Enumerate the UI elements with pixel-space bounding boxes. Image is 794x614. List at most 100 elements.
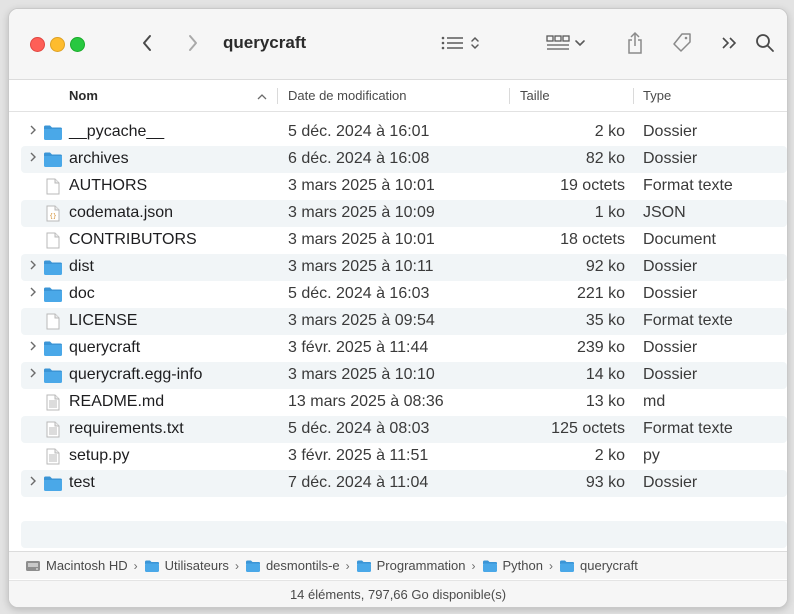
file-date: 13 mars 2025 à 08:36 xyxy=(288,393,444,410)
search-button[interactable] xyxy=(753,27,777,59)
toolbar: querycraft xyxy=(9,9,787,80)
breadcrumb-label: Python xyxy=(502,558,543,573)
svg-text:{}: {} xyxy=(49,213,56,220)
back-button[interactable] xyxy=(137,27,157,59)
folder-icon xyxy=(44,341,62,356)
breadcrumb-item[interactable]: desmontils-e xyxy=(245,558,340,573)
breadcrumb-item[interactable]: Python xyxy=(482,558,543,573)
file-row[interactable]: doc 5 déc. 2024 à 16:03 221 ko Dossier xyxy=(9,281,787,308)
file-name: querycraft xyxy=(69,339,141,356)
file-size: 93 ko xyxy=(585,474,625,491)
file-name: test xyxy=(69,474,95,491)
forward-button[interactable] xyxy=(183,27,203,59)
folder-icon xyxy=(44,260,62,275)
file-size: 13 ko xyxy=(585,393,625,410)
column-separator[interactable] xyxy=(633,88,634,104)
file-row[interactable]: AUTHORS 3 mars 2025 à 10:01 19 octets Forma… xyxy=(9,173,787,200)
column-date-header[interactable]: Date de modification xyxy=(288,88,407,103)
file-size: 1 ko xyxy=(594,204,625,221)
file-date: 6 déc. 2024 à 16:08 xyxy=(288,150,430,167)
file-size: 18 octets xyxy=(560,231,625,248)
file-name: querycraft.egg-info xyxy=(69,366,203,383)
folder-icon xyxy=(44,152,62,167)
file-date: 3 mars 2025 à 10:09 xyxy=(288,204,435,221)
column-separator[interactable] xyxy=(509,88,510,104)
file-kind: md xyxy=(643,393,666,410)
group-button[interactable] xyxy=(545,27,593,59)
file-list: __pycache__ 5 déc. 2024 à 16:01 2 ko Dossie… xyxy=(9,119,787,497)
file-kind: Dossier xyxy=(643,474,698,491)
file-kind: Document xyxy=(643,231,716,248)
file-row[interactable]: requirements.txt 5 déc. 2024 à 08:03 125 o… xyxy=(9,416,787,443)
folder-icon xyxy=(44,287,62,302)
folder-icon xyxy=(144,560,159,572)
folder-icon xyxy=(245,560,260,572)
file-row[interactable]: querycraft.egg-info 3 mars 2025 à 10:10 14… xyxy=(9,362,787,389)
file-date: 7 déc. 2024 à 11:04 xyxy=(288,474,429,491)
back-icon xyxy=(143,35,151,51)
file-size: 82 ko xyxy=(585,150,625,167)
more-button[interactable] xyxy=(719,27,741,59)
breadcrumb-item[interactable]: Utilisateurs xyxy=(144,558,229,573)
file-size: 2 ko xyxy=(594,447,625,464)
file-name: __pycache__ xyxy=(69,123,165,140)
disclosure-chevron-icon[interactable] xyxy=(29,258,37,274)
folder-icon xyxy=(482,560,497,572)
column-size-header[interactable]: Taille xyxy=(520,88,550,103)
file-kind: Dossier xyxy=(643,339,698,356)
text-file-icon xyxy=(46,448,60,465)
zoom-window-button[interactable] xyxy=(70,37,85,52)
file-kind: JSON xyxy=(643,204,686,221)
folder-icon xyxy=(356,560,371,572)
breadcrumb-item[interactable]: Programmation xyxy=(356,558,466,573)
file-row[interactable]: {} codemata.json 3 mars 2025 à 10:09 1 ko JS… xyxy=(9,200,787,227)
folder-icon xyxy=(44,476,62,491)
share-button[interactable] xyxy=(623,27,647,59)
file-name: AUTHORS xyxy=(69,177,148,194)
file-row[interactable]: querycraft 3 févr. 2025 à 11:44 239 ko Doss… xyxy=(9,335,787,362)
breadcrumb-label: querycraft xyxy=(580,558,638,573)
file-name: codemata.json xyxy=(69,204,174,221)
column-name-header[interactable]: Nom xyxy=(69,88,98,103)
tag-icon xyxy=(673,33,691,52)
disclosure-chevron-icon[interactable] xyxy=(29,285,37,301)
file-kind: Format texte xyxy=(643,420,733,437)
close-window-button[interactable] xyxy=(30,37,45,52)
list-view-icon xyxy=(441,36,479,50)
file-row[interactable]: CONTRIBUTORS 3 mars 2025 à 10:01 18 octets… xyxy=(9,227,787,254)
view-options-button[interactable] xyxy=(439,27,491,59)
file-size: 221 ko xyxy=(576,285,625,302)
file-size: 2 ko xyxy=(594,123,625,140)
breadcrumb-item[interactable]: querycraft xyxy=(559,558,638,573)
document-icon xyxy=(46,178,60,195)
file-row[interactable]: README.md 13 mars 2025 à 08:36 13 ko md xyxy=(9,389,787,416)
sort-ascending-icon[interactable] xyxy=(257,89,267,104)
file-row[interactable]: LICENSE 3 mars 2025 à 09:54 35 ko Format te… xyxy=(9,308,787,335)
file-kind: Dossier xyxy=(643,150,698,167)
breadcrumb-chevron-icon: › xyxy=(234,558,239,573)
minimize-window-button[interactable] xyxy=(50,37,65,52)
file-date: 5 déc. 2024 à 08:03 xyxy=(288,420,430,437)
tag-button[interactable] xyxy=(669,27,695,59)
file-row[interactable]: test 7 déc. 2024 à 11:04 93 ko Dossier xyxy=(9,470,787,497)
file-row[interactable]: dist 3 mars 2025 à 10:11 92 ko Dossier xyxy=(9,254,787,281)
breadcrumb-item[interactable]: Macintosh HD xyxy=(25,558,128,573)
hard-drive-icon xyxy=(26,560,40,571)
disclosure-chevron-icon[interactable] xyxy=(29,150,37,166)
column-kind-header[interactable]: Type xyxy=(643,88,671,103)
disclosure-chevron-icon[interactable] xyxy=(29,123,37,139)
forward-icon xyxy=(189,35,197,51)
document-icon xyxy=(46,232,60,249)
disclosure-chevron-icon[interactable] xyxy=(29,339,37,355)
disclosure-chevron-icon[interactable] xyxy=(29,366,37,382)
disclosure-chevron-icon[interactable] xyxy=(29,474,37,490)
file-size: 19 octets xyxy=(560,177,625,194)
file-row[interactable]: setup.py 3 févr. 2025 à 11:51 2 ko py xyxy=(9,443,787,470)
file-date: 3 févr. 2025 à 11:44 xyxy=(288,339,429,356)
file-row[interactable]: __pycache__ 5 déc. 2024 à 16:01 2 ko Dossie… xyxy=(9,119,787,146)
file-size: 35 ko xyxy=(585,312,625,329)
column-separator[interactable] xyxy=(277,88,278,104)
text-file-icon xyxy=(46,394,60,411)
file-row[interactable]: archives 6 déc. 2024 à 16:08 82 ko Dossier xyxy=(9,146,787,173)
status-bar: 14 éléments, 797,66 Go disponible(s) xyxy=(9,580,787,607)
